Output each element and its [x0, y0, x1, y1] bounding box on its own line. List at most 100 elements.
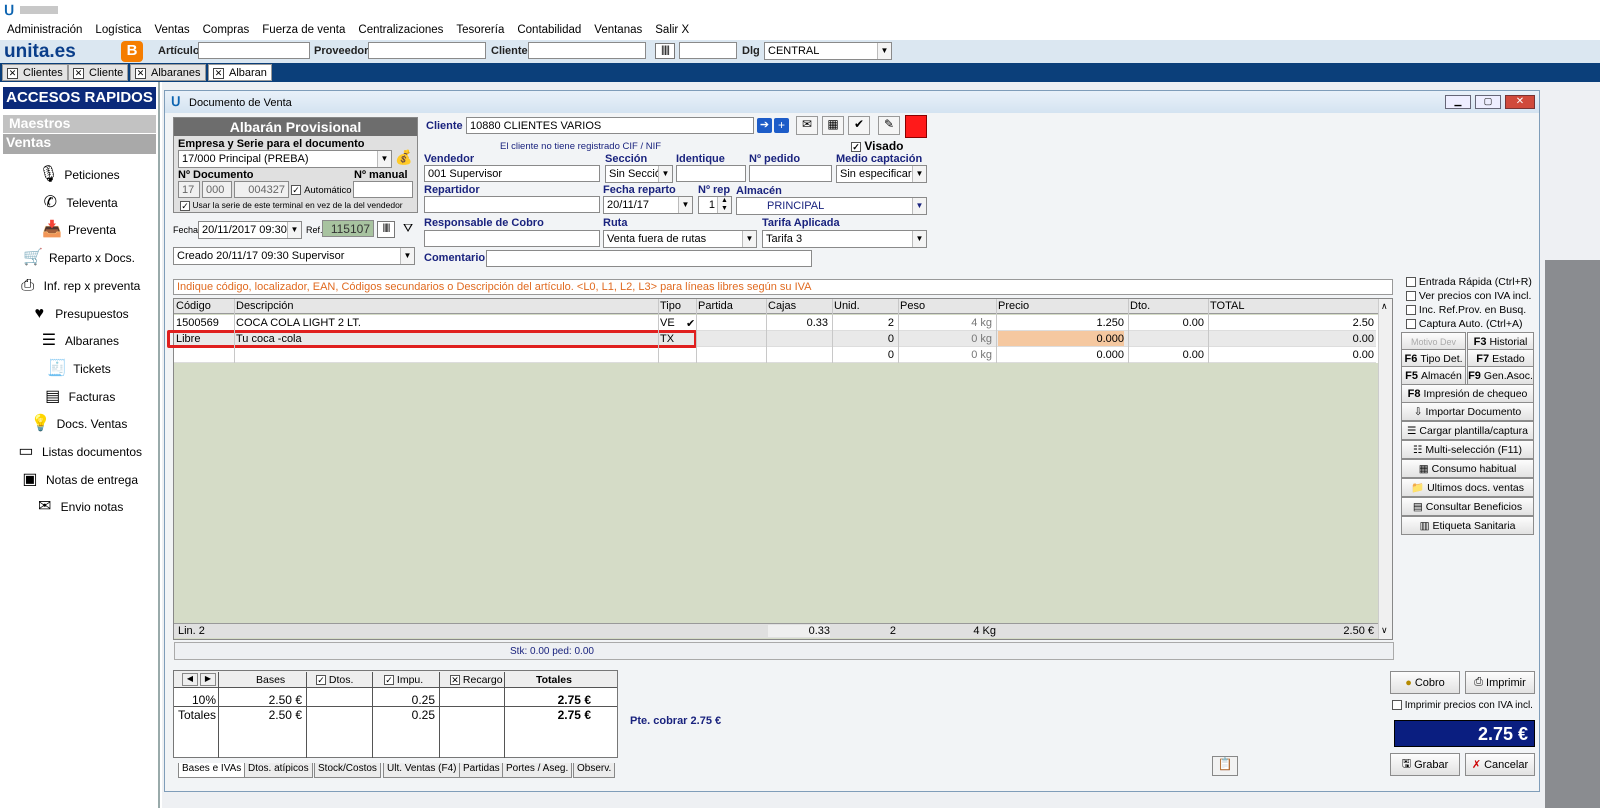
- panel-button[interactable]: ☰ Cargar plantilla/captura: [1401, 421, 1534, 440]
- column-header[interactable]: Cajas: [768, 300, 796, 312]
- bottom-tab[interactable]: Bases e IVAs: [178, 763, 246, 778]
- calculator-icon[interactable]: ▦: [822, 116, 844, 135]
- column-header[interactable]: Dto.: [1130, 300, 1150, 312]
- check-icon[interactable]: ✔: [848, 116, 870, 135]
- column-header[interactable]: Unid.: [834, 300, 860, 312]
- ruta-select[interactable]: Venta fuera de rutas ▼: [603, 230, 757, 248]
- column-header[interactable]: TOTAL: [1210, 300, 1244, 312]
- checkbox-box[interactable]: [1406, 305, 1416, 316]
- sidebar-item[interactable]: 📥 Preventa: [0, 217, 158, 243]
- cliente-toolbar-input[interactable]: [528, 42, 646, 59]
- sidebar-item[interactable]: ▣ Notas de entrega: [0, 467, 158, 493]
- cell-precio[interactable]: 0.000: [998, 331, 1124, 346]
- menu-item[interactable]: Salir X: [655, 24, 689, 36]
- cliente-input[interactable]: [466, 117, 754, 134]
- sidebar-item[interactable]: ☰ Albaranes: [0, 328, 158, 354]
- sidebar-item[interactable]: ▭ Listas documentos: [0, 439, 158, 465]
- bottom-tab[interactable]: Observ.: [573, 763, 616, 778]
- fecha-select[interactable]: 20/11/2017 09:30 ▼: [198, 221, 302, 239]
- tab-cliente[interactable]: ✕ Cliente: [68, 64, 129, 81]
- bottom-tab[interactable]: Partidas: [459, 763, 504, 778]
- cell-total[interactable]: 0.00: [1210, 333, 1374, 345]
- cell-total[interactable]: 2.50: [1210, 317, 1374, 329]
- column-header[interactable]: Descripción: [236, 300, 293, 312]
- sidebar-item[interactable]: 🧾 Tickets: [0, 356, 158, 382]
- grabar-button[interactable]: 🖫 Grabar: [1390, 753, 1460, 776]
- cobro-button[interactable]: ● Cobro: [1390, 671, 1460, 694]
- checkbox-box[interactable]: [1406, 277, 1416, 288]
- cell-codigo[interactable]: 1500569: [176, 317, 230, 329]
- menu-item[interactable]: Compras: [203, 24, 250, 36]
- menu-item[interactable]: Ventanas: [594, 24, 642, 36]
- filter-icon[interactable]: ⛛: [399, 221, 417, 238]
- bottom-tab[interactable]: Dtos. atípicos: [244, 763, 313, 778]
- prev-arrow-icon[interactable]: ◀: [182, 673, 198, 686]
- close-window-button[interactable]: ✕: [1505, 95, 1535, 109]
- sidebar-item[interactable]: 💡 Docs. Ventas: [0, 411, 158, 437]
- cell-total[interactable]: 0.00: [1210, 349, 1374, 361]
- usar-serie-checkbox[interactable]: ✓ Usar la serie de este terminal en vez …: [180, 200, 403, 211]
- stepper-icon[interactable]: ▲ ▼: [717, 197, 731, 213]
- menu-item[interactable]: Fuerza de venta: [262, 24, 345, 36]
- menu-item[interactable]: Tesorería: [456, 24, 504, 36]
- tarifa-select[interactable]: Tarifa 3 ▼: [762, 230, 927, 248]
- imprimir-button[interactable]: ⎙ Imprimir: [1465, 671, 1535, 694]
- tab-albaran[interactable]: ✕ Albaran: [208, 64, 272, 81]
- checkbox-box[interactable]: [1406, 319, 1416, 330]
- comentario-input[interactable]: [486, 250, 812, 267]
- automatico-checkbox[interactable]: ✓ Automático: [291, 184, 352, 196]
- cell-dto[interactable]: 0.00: [1130, 317, 1204, 329]
- add-icon[interactable]: +: [774, 118, 789, 133]
- menu-item[interactable]: Contabilidad: [517, 24, 581, 36]
- cell-unid[interactable]: 2: [834, 317, 894, 329]
- sidebar-item[interactable]: ♥ Presupuestos: [0, 301, 158, 327]
- barcode-input[interactable]: [679, 42, 737, 59]
- dtos-header[interactable]: ✓ Dtos.: [316, 674, 353, 686]
- option-checkbox[interactable]: Captura Auto. (Ctrl+A): [1406, 318, 1523, 330]
- menu-item[interactable]: Administración: [7, 24, 82, 36]
- cell-unid[interactable]: 0: [834, 349, 894, 361]
- articulo-input[interactable]: [198, 42, 310, 59]
- repartidor-input[interactable]: [424, 196, 600, 213]
- nrep-stepper[interactable]: 1 ▲ ▼: [698, 196, 732, 214]
- barcode-icon[interactable]: |||||: [655, 43, 675, 59]
- sidebar-ventas[interactable]: Ventas: [3, 134, 156, 154]
- tab-albaranes[interactable]: ✕ Albaranes: [130, 64, 206, 81]
- close-icon[interactable]: ✕: [73, 67, 84, 79]
- minimize-button[interactable]: ▁: [1445, 95, 1471, 109]
- arrow-right-icon[interactable]: ➔: [757, 118, 772, 133]
- close-icon[interactable]: ✕: [135, 67, 146, 79]
- creado-select[interactable]: Creado 20/11/17 09:30 Supervisor ▼: [173, 247, 415, 265]
- almacen-button[interactable]: F5 Almacén: [1401, 366, 1466, 385]
- column-header[interactable]: Peso: [900, 300, 925, 312]
- panel-button[interactable]: ▤ Consultar Beneficios: [1401, 497, 1534, 516]
- nmanual-input[interactable]: [353, 181, 413, 198]
- panel-button[interactable]: ▦ Consumo habitual: [1401, 459, 1534, 478]
- dlg-select[interactable]: CENTRAL ▼: [764, 42, 892, 60]
- column-header[interactable]: Partida: [698, 300, 733, 312]
- table-row[interactable]: 0 0 kg 0.000 0.00 0.00: [174, 347, 1376, 363]
- cell-peso[interactable]: 0 kg: [900, 333, 992, 345]
- column-header[interactable]: Código: [176, 300, 211, 312]
- checkbox-box[interactable]: [1406, 291, 1416, 302]
- clipboard-icon[interactable]: 📋: [1212, 756, 1238, 776]
- impu-header[interactable]: ✓ Impu.: [384, 674, 423, 686]
- cell-precio[interactable]: 1.250: [998, 317, 1124, 329]
- table-row[interactable]: 1500569 COCA COLA LIGHT 2 LT. VE 0.33 2 4 kg 1…: [174, 315, 1376, 331]
- close-icon[interactable]: ✕: [7, 67, 18, 79]
- panel-button[interactable]: ⇩ Importar Documento: [1401, 402, 1534, 421]
- panel-button[interactable]: ▥ Etiqueta Sanitaria: [1401, 516, 1534, 535]
- panel-button[interactable]: ☷ Multi-selección (F11): [1401, 440, 1534, 459]
- sidebar-item[interactable]: 🛒 Reparto x Docs.: [0, 245, 158, 271]
- sidebar-item[interactable]: ✆ Televenta: [0, 190, 158, 216]
- sidebar-item[interactable]: ⎙ Inf. rep x preventa: [0, 273, 158, 299]
- gen-asoc-button[interactable]: F9 Gen.Asoc.: [1467, 366, 1534, 385]
- impresion-chequeo-button[interactable]: F8 Impresión de chequeo: [1401, 384, 1534, 403]
- cell-unid[interactable]: 0: [834, 333, 894, 345]
- identique-input[interactable]: [676, 165, 746, 182]
- close-icon[interactable]: ✕: [213, 67, 224, 79]
- menu-item[interactable]: Ventas: [154, 24, 189, 36]
- cell-peso[interactable]: 0 kg: [900, 349, 992, 361]
- cell-precio[interactable]: 0.000: [998, 349, 1124, 361]
- cell-peso[interactable]: 4 kg: [900, 317, 992, 329]
